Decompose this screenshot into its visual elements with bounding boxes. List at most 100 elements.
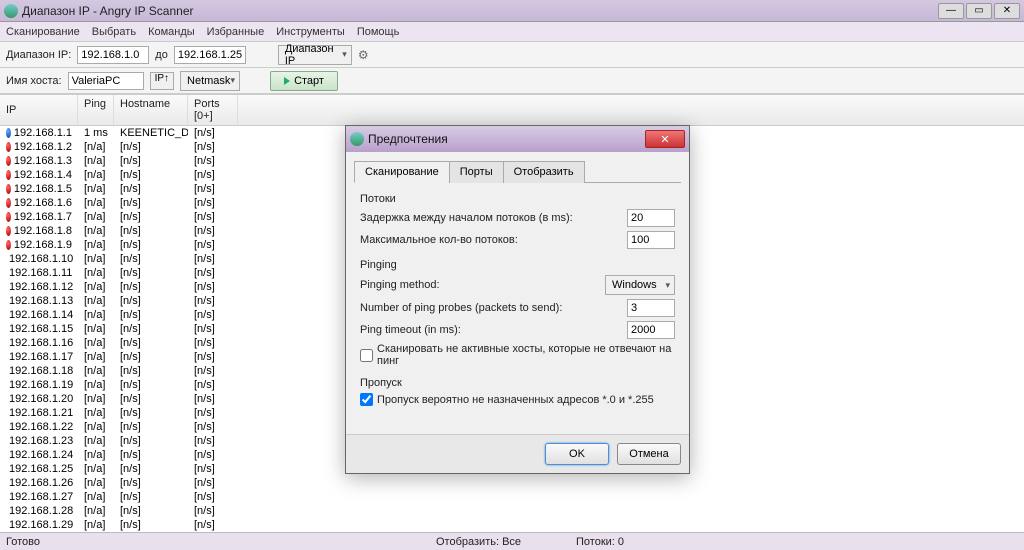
cell-ping: [n/a] <box>78 393 114 405</box>
dialog-titlebar[interactable]: Предпочтения ✕ <box>346 126 689 152</box>
col-ping[interactable]: Ping <box>78 95 114 125</box>
cell-ping: [n/a] <box>78 225 114 237</box>
cell-hostname: [n/s] <box>114 183 188 195</box>
cell-ports: [n/s] <box>188 365 238 377</box>
col-hostname[interactable]: Hostname <box>114 95 188 125</box>
skip-unassigned-label: Пропуск вероятно не назначенных адресов … <box>377 394 654 406</box>
cell-ports: [n/s] <box>188 225 238 237</box>
cell-ping: [n/a] <box>78 253 114 265</box>
cell-ip: 192.168.1.18 <box>9 365 73 377</box>
ip-lookup-button[interactable]: IP↑ <box>150 72 174 90</box>
cell-ip: 192.168.1.4 <box>14 169 72 181</box>
table-row[interactable]: 192.168.1.26[n/a][n/s][n/s] <box>0 476 1024 490</box>
ip-to-input[interactable] <box>174 46 246 64</box>
menu-select[interactable]: Выбрать <box>92 26 136 38</box>
range-type-select[interactable]: Диапазон IP <box>278 45 352 65</box>
status-ready: Готово <box>6 536 106 548</box>
cell-ports: [n/s] <box>188 141 238 153</box>
gear-icon[interactable] <box>358 48 372 62</box>
cell-ip: 192.168.1.6 <box>14 197 72 209</box>
start-button[interactable]: Старт <box>270 71 338 91</box>
host-label: Имя хоста: <box>6 75 62 87</box>
cell-hostname: [n/s] <box>114 435 188 447</box>
cell-ping: [n/a] <box>78 505 114 517</box>
max-threads-input[interactable] <box>627 231 675 249</box>
cell-ports: [n/s] <box>188 477 238 489</box>
cell-ip: 192.168.1.14 <box>9 309 73 321</box>
cell-ports: [n/s] <box>188 351 238 363</box>
preferences-dialog: Предпочтения ✕ Сканирование Порты Отобра… <box>345 125 690 474</box>
netmask-select[interactable]: Netmask <box>180 71 240 91</box>
menu-help[interactable]: Помощь <box>357 26 400 38</box>
cell-ports: [n/s] <box>188 295 238 307</box>
cell-ports: [n/s] <box>188 393 238 405</box>
menu-favorites[interactable]: Избранные <box>207 26 265 38</box>
table-row[interactable]: 192.168.1.29[n/a][n/s][n/s] <box>0 518 1024 532</box>
cell-ip: 192.168.1.16 <box>9 337 73 349</box>
cell-ip: 192.168.1.28 <box>9 505 73 517</box>
hostname-input[interactable] <box>68 72 144 90</box>
menu-scan[interactable]: Сканирование <box>6 26 80 38</box>
cell-ip: 192.168.1.7 <box>14 211 72 223</box>
cell-hostname: [n/s] <box>114 253 188 265</box>
cell-ports: [n/s] <box>188 127 238 139</box>
dialog-tabs: Сканирование Порты Отобразить <box>354 160 681 183</box>
menu-commands[interactable]: Команды <box>148 26 195 38</box>
skip-unassigned-checkbox[interactable] <box>360 393 373 406</box>
cell-ip: 192.168.1.25 <box>9 463 73 475</box>
minimize-button[interactable]: — <box>938 3 964 19</box>
col-ip[interactable]: IP <box>0 95 78 125</box>
cell-hostname: [n/s] <box>114 477 188 489</box>
cell-hostname: [n/s] <box>114 491 188 503</box>
cell-hostname: KEENETIC_DSL <box>114 127 188 139</box>
pinging-group-title: Pinging <box>360 259 675 271</box>
cell-hostname: [n/s] <box>114 197 188 209</box>
cell-ip: 192.168.1.12 <box>9 281 73 293</box>
ok-button[interactable]: OK <box>545 443 609 465</box>
ping-timeout-input[interactable] <box>627 321 675 339</box>
table-row[interactable]: 192.168.1.27[n/a][n/s][n/s] <box>0 490 1024 504</box>
table-row[interactable]: 192.168.1.28[n/a][n/s][n/s] <box>0 504 1024 518</box>
maximize-button[interactable]: ▭ <box>966 3 992 19</box>
dialog-close-button[interactable]: ✕ <box>645 130 685 148</box>
tab-ports[interactable]: Порты <box>449 161 504 183</box>
tab-scan[interactable]: Сканирование <box>354 161 450 183</box>
cell-ping: [n/a] <box>78 155 114 167</box>
cell-hostname: [n/s] <box>114 169 188 181</box>
cell-hostname: [n/s] <box>114 281 188 293</box>
close-button[interactable]: ✕ <box>994 3 1020 19</box>
cell-hostname: [n/s] <box>114 211 188 223</box>
cell-hostname: [n/s] <box>114 505 188 517</box>
cell-hostname: [n/s] <box>114 295 188 307</box>
cell-ip: 192.168.1.9 <box>14 239 72 251</box>
ping-method-select[interactable]: Windows <box>605 275 675 295</box>
delay-label: Задержка между началом потоков (в ms): <box>360 212 621 224</box>
status-threads: Потоки: 0 <box>576 536 676 548</box>
status-dot-icon <box>6 128 11 138</box>
tab-display[interactable]: Отобразить <box>503 161 585 183</box>
titlebar[interactable]: Диапазон IP - Angry IP Scanner — ▭ ✕ <box>0 0 1024 22</box>
status-dot-icon <box>6 198 11 208</box>
statusbar: Готово Отобразить: Все Потоки: 0 <box>0 532 1024 550</box>
col-ports[interactable]: Ports [0+] <box>188 95 238 125</box>
status-dot-icon <box>6 142 11 152</box>
ping-probes-input[interactable] <box>627 299 675 317</box>
cell-ping: [n/a] <box>78 323 114 335</box>
status-dot-icon <box>6 212 11 222</box>
menu-tools[interactable]: Инструменты <box>276 26 345 38</box>
scan-inactive-checkbox[interactable] <box>360 349 373 362</box>
cell-ports: [n/s] <box>188 491 238 503</box>
column-headers[interactable]: IP Ping Hostname Ports [0+] <box>0 95 1024 126</box>
max-threads-label: Максимальное кол-во потоков: <box>360 234 621 246</box>
delay-input[interactable] <box>627 209 675 227</box>
range-label: Диапазон IP: <box>6 49 71 61</box>
cancel-button[interactable]: Отмена <box>617 443 681 465</box>
skip-group-title: Пропуск <box>360 377 675 389</box>
cell-ports: [n/s] <box>188 337 238 349</box>
to-label: до <box>155 49 168 61</box>
ip-from-input[interactable] <box>77 46 149 64</box>
cell-ports: [n/s] <box>188 407 238 419</box>
status-dot-icon <box>6 170 11 180</box>
cell-ports: [n/s] <box>188 421 238 433</box>
ping-probes-label: Number of ping probes (packets to send): <box>360 302 621 314</box>
